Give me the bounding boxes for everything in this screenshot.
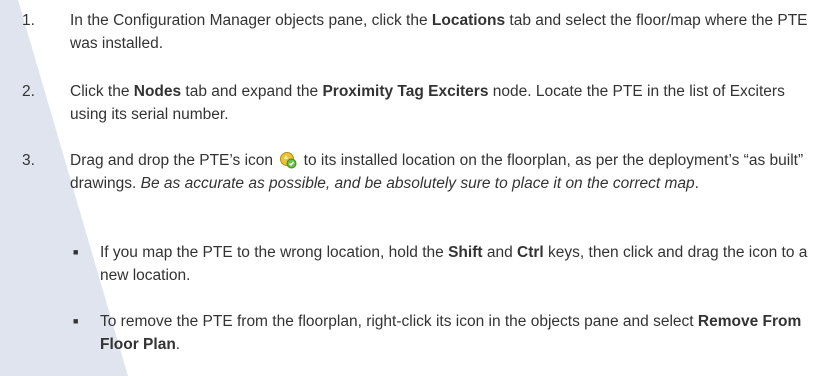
bullet-marker: ■ <box>73 316 79 326</box>
instruction-list: 1. In the Configuration Manager objects … <box>0 0 818 376</box>
bullet-marker: ■ <box>73 247 79 257</box>
step-number: 1. <box>22 12 35 29</box>
step-text: Drag and drop the PTE’s icon to its inst… <box>70 151 804 192</box>
bullet-text: To remove the PTE from the floorplan, ri… <box>100 313 802 353</box>
step-number: 2. <box>22 83 35 100</box>
bullet-text: If you map the PTE to the wrong location… <box>100 244 808 284</box>
step-number: 3. <box>22 152 35 169</box>
pte-exciter-icon <box>279 151 297 169</box>
step-text: In the Configuration Manager objects pan… <box>70 12 808 52</box>
step-text: Click the Nodes tab and expand the Proxi… <box>70 83 785 123</box>
